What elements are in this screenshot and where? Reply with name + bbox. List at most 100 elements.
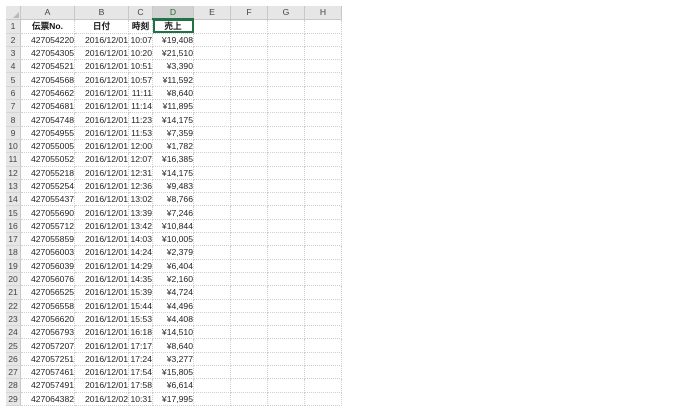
empty-cell[interactable] (304, 245, 342, 260)
empty-cell[interactable] (304, 33, 342, 47)
empty-cell[interactable] (304, 46, 342, 61)
empty-cell[interactable] (267, 59, 305, 74)
time-cell[interactable]: 12:07 (128, 152, 153, 167)
sales-cell[interactable]: ¥11,895 (152, 99, 194, 114)
slip-no-cell[interactable]: 427054568 (20, 72, 75, 87)
empty-cell[interactable] (230, 219, 268, 234)
empty-cell[interactable] (193, 46, 231, 61)
column-header-g[interactable]: G (267, 6, 305, 20)
row-header[interactable]: 1 (6, 19, 21, 34)
slip-no-cell[interactable]: 427056003 (20, 245, 75, 260)
date-cell[interactable]: 2016/12/01 (74, 86, 129, 101)
empty-cell[interactable] (304, 179, 342, 194)
row-header[interactable]: 28 (6, 378, 21, 393)
header-cell[interactable]: 伝票No. (20, 19, 75, 34)
empty-cell[interactable] (304, 86, 342, 101)
row-header[interactable]: 27 (6, 365, 21, 380)
slip-no-cell[interactable]: 427055254 (20, 179, 75, 194)
empty-cell[interactable] (304, 312, 342, 327)
empty-cell[interactable] (304, 59, 342, 74)
row-header[interactable]: 5 (6, 72, 21, 87)
empty-cell[interactable] (267, 152, 305, 167)
date-cell[interactable]: 2016/12/01 (74, 166, 129, 180)
empty-cell[interactable] (193, 312, 231, 327)
sales-cell[interactable]: ¥1,782 (152, 139, 194, 154)
empty-cell[interactable] (230, 285, 268, 300)
empty-cell[interactable] (193, 352, 231, 367)
empty-cell[interactable] (267, 352, 305, 367)
empty-cell[interactable] (230, 179, 268, 194)
empty-cell[interactable] (267, 99, 305, 114)
empty-cell[interactable] (193, 259, 231, 273)
empty-cell[interactable] (304, 19, 342, 34)
time-cell[interactable]: 17:54 (128, 365, 153, 380)
empty-cell[interactable] (193, 179, 231, 194)
slip-no-cell[interactable]: 427055218 (20, 166, 75, 180)
empty-cell[interactable] (230, 299, 268, 313)
empty-cell[interactable] (193, 112, 231, 127)
empty-cell[interactable] (267, 245, 305, 260)
empty-cell[interactable] (304, 325, 342, 340)
empty-cell[interactable] (193, 392, 231, 406)
empty-cell[interactable] (193, 19, 231, 34)
empty-cell[interactable] (267, 338, 305, 353)
date-cell[interactable]: 2016/12/01 (74, 152, 129, 167)
empty-cell[interactable] (193, 59, 231, 74)
sales-cell[interactable]: ¥7,246 (152, 205, 194, 220)
empty-cell[interactable] (304, 205, 342, 220)
date-cell[interactable]: 2016/12/01 (74, 192, 129, 207)
sales-cell[interactable]: ¥14,175 (152, 166, 194, 180)
time-cell[interactable]: 17:24 (128, 352, 153, 367)
slip-no-cell[interactable]: 427055859 (20, 232, 75, 247)
row-header[interactable]: 6 (6, 86, 21, 101)
time-cell[interactable]: 12:36 (128, 179, 153, 194)
empty-cell[interactable] (193, 232, 231, 247)
empty-cell[interactable] (230, 139, 268, 154)
row-header[interactable]: 3 (6, 46, 21, 61)
column-header-d[interactable]: D (152, 6, 194, 21)
empty-cell[interactable] (267, 139, 305, 154)
row-header[interactable]: 4 (6, 59, 21, 74)
empty-cell[interactable] (304, 152, 342, 167)
empty-cell[interactable] (193, 365, 231, 380)
slip-no-cell[interactable]: 427057491 (20, 378, 75, 393)
empty-cell[interactable] (230, 59, 268, 74)
empty-cell[interactable] (304, 352, 342, 367)
row-header[interactable]: 13 (6, 179, 21, 194)
sales-cell[interactable]: ¥6,614 (152, 378, 194, 393)
empty-cell[interactable] (267, 285, 305, 300)
empty-cell[interactable] (304, 112, 342, 127)
column-header-b[interactable]: B (74, 6, 129, 20)
slip-no-cell[interactable]: 427056525 (20, 285, 75, 300)
empty-cell[interactable] (193, 219, 231, 234)
time-cell[interactable]: 15:53 (128, 312, 153, 327)
empty-cell[interactable] (230, 46, 268, 61)
time-cell[interactable]: 14:03 (128, 232, 153, 247)
slip-no-cell[interactable]: 427056558 (20, 299, 75, 313)
empty-cell[interactable] (267, 112, 305, 127)
time-cell[interactable]: 15:44 (128, 299, 153, 313)
empty-cell[interactable] (230, 72, 268, 87)
row-header[interactable]: 18 (6, 245, 21, 260)
slip-no-cell[interactable]: 427055052 (20, 152, 75, 167)
date-cell[interactable]: 2016/12/01 (74, 72, 129, 87)
empty-cell[interactable] (267, 232, 305, 247)
date-cell[interactable]: 2016/12/01 (74, 272, 129, 287)
sales-cell[interactable]: ¥2,379 (152, 245, 194, 260)
empty-cell[interactable] (230, 259, 268, 273)
empty-cell[interactable] (193, 72, 231, 87)
date-cell[interactable]: 2016/12/01 (74, 46, 129, 61)
sales-cell[interactable]: ¥4,724 (152, 285, 194, 300)
column-header-e[interactable]: E (193, 6, 231, 20)
slip-no-cell[interactable]: 427056076 (20, 272, 75, 287)
empty-cell[interactable] (304, 139, 342, 154)
empty-cell[interactable] (230, 205, 268, 220)
empty-cell[interactable] (230, 365, 268, 380)
column-header-a[interactable]: A (20, 6, 75, 20)
date-cell[interactable]: 2016/12/01 (74, 259, 129, 273)
date-cell[interactable]: 2016/12/01 (74, 285, 129, 300)
time-cell[interactable]: 17:58 (128, 378, 153, 393)
date-cell[interactable]: 2016/12/01 (74, 299, 129, 313)
slip-no-cell[interactable]: 427057251 (20, 352, 75, 367)
empty-cell[interactable] (230, 126, 268, 140)
